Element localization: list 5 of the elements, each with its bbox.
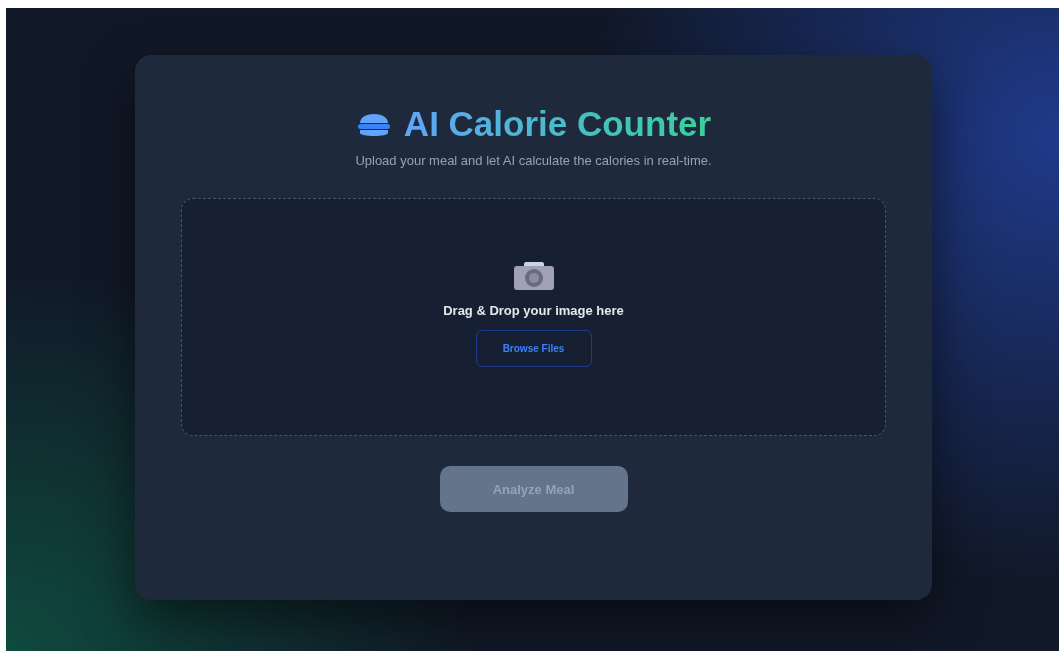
- subtitle: Upload your meal and let AI calculate the calories in real-time.: [355, 153, 712, 168]
- camera-icon: [512, 261, 555, 291]
- drop-zone[interactable]: Drag & Drop your image here Browse Files: [181, 198, 886, 436]
- browse-files-button[interactable]: Browse Files: [475, 330, 592, 367]
- drop-prompt: Drag & Drop your image here: [443, 303, 624, 318]
